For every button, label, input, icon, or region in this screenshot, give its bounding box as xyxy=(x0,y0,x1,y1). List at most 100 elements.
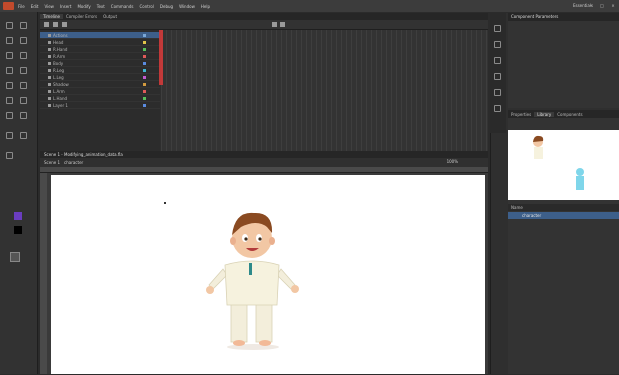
free-transform-icon[interactable] xyxy=(6,37,13,44)
menu-edit[interactable]: Edit xyxy=(31,4,39,9)
camera-tool-icon[interactable] xyxy=(6,152,13,159)
panel-icon-strip xyxy=(490,13,506,133)
layer-color-swatch[interactable] xyxy=(143,62,146,65)
minimize-icon[interactable]: – xyxy=(587,2,595,9)
layer-color-swatch[interactable] xyxy=(143,76,146,79)
zoom-tool-icon[interactable] xyxy=(20,132,27,139)
layer-name[interactable]: L.Leg xyxy=(53,75,64,80)
layer-name[interactable]: Layer 1 xyxy=(53,103,68,108)
layer-row[interactable]: L.Arm xyxy=(40,88,160,95)
app-logo[interactable] xyxy=(3,2,14,10)
menu-view[interactable]: View xyxy=(44,4,54,9)
swatches-panel-icon[interactable] xyxy=(494,41,501,48)
menu-insert[interactable]: Insert xyxy=(60,4,71,9)
layer-icon xyxy=(48,90,51,93)
menu-text[interactable]: Text xyxy=(97,4,105,9)
layer-row[interactable]: L.Hand xyxy=(40,95,160,102)
stage-canvas[interactable] xyxy=(51,175,485,374)
align-panel-icon[interactable] xyxy=(494,57,501,64)
new-layer-icon[interactable] xyxy=(44,22,49,27)
new-folder-icon[interactable] xyxy=(53,22,58,27)
subselection-tool-icon[interactable] xyxy=(20,22,27,29)
layer-color-swatch[interactable] xyxy=(143,104,146,107)
tab-components[interactable]: Components xyxy=(554,112,585,117)
history-panel-icon[interactable] xyxy=(494,105,501,112)
selection-tool-icon[interactable] xyxy=(6,22,13,29)
fill-color-swatch[interactable] xyxy=(14,226,22,234)
line-tool-icon[interactable] xyxy=(6,67,13,74)
tab-output[interactable]: Output xyxy=(100,14,120,19)
layer-name[interactable]: L.Hand xyxy=(53,96,67,101)
breadcrumb-symbol[interactable]: character xyxy=(64,160,83,165)
loop-icon[interactable] xyxy=(280,22,285,27)
stroke-color-swatch[interactable] xyxy=(14,212,22,220)
layer-color-swatch[interactable] xyxy=(143,34,146,37)
lasso-tool-icon[interactable] xyxy=(20,37,27,44)
layer-color-swatch[interactable] xyxy=(143,97,146,100)
hand-tool-icon[interactable] xyxy=(6,132,13,139)
layer-color-swatch[interactable] xyxy=(143,69,146,72)
menu-help[interactable]: Help xyxy=(201,4,210,9)
eraser-icon[interactable] xyxy=(20,112,27,119)
breadcrumb-scene[interactable]: Scene 1 xyxy=(44,160,60,165)
layer-color-swatch[interactable] xyxy=(143,41,146,44)
zoom-select[interactable]: 100% xyxy=(447,159,458,164)
layer-color-swatch[interactable] xyxy=(143,55,146,58)
layer-color-swatch[interactable] xyxy=(143,48,146,51)
document-tab[interactable]: Scene 1 - Modifying_animation_data.fla xyxy=(40,151,488,158)
layer-color-swatch[interactable] xyxy=(143,83,146,86)
menu-window[interactable]: Window xyxy=(179,4,195,9)
layer-row[interactable]: Actions xyxy=(40,32,160,39)
info-panel-icon[interactable] xyxy=(494,89,501,96)
bone-tool-icon[interactable] xyxy=(6,97,13,104)
layer-row[interactable]: L.Leg xyxy=(40,74,160,81)
layer-icon xyxy=(48,48,51,51)
layer-row[interactable]: R.Leg xyxy=(40,67,160,74)
layer-name[interactable]: Shadow xyxy=(53,82,69,87)
layer-name[interactable]: R.Hand xyxy=(53,47,67,52)
layer-name[interactable]: Actions xyxy=(53,33,68,38)
tab-library[interactable]: Library xyxy=(534,111,555,117)
transform-panel-icon[interactable] xyxy=(494,73,501,80)
layer-name[interactable]: R.Leg xyxy=(53,68,64,73)
tab-timeline[interactable]: Timeline xyxy=(40,14,64,19)
menu-control[interactable]: Control xyxy=(139,4,153,9)
layer-name[interactable]: R.Arm xyxy=(53,54,65,59)
library-item[interactable]: character xyxy=(508,212,619,219)
pen-tool-icon[interactable] xyxy=(6,52,13,59)
tab-compiler-errors[interactable]: Compiler Errors xyxy=(63,14,100,19)
layer-color-swatch[interactable] xyxy=(143,90,146,93)
layer-name[interactable]: L.Arm xyxy=(53,89,65,94)
menu-commands[interactable]: Commands xyxy=(111,4,134,9)
layer-list: Actions Head R.Hand R.Arm Body R.Leg L.Leg Shad… xyxy=(40,30,160,151)
pencil-tool-icon[interactable] xyxy=(6,82,13,89)
menu-debug[interactable]: Debug xyxy=(160,4,173,9)
layer-row[interactable]: Layer 1 xyxy=(40,102,160,109)
layer-row[interactable]: R.Hand xyxy=(40,46,160,53)
layer-name[interactable]: Body xyxy=(53,61,63,66)
brush-tool-icon[interactable] xyxy=(20,82,27,89)
close-icon[interactable]: × xyxy=(609,2,617,9)
layer-name[interactable]: Head xyxy=(53,40,63,45)
frame-grid[interactable] xyxy=(161,30,488,151)
tab-properties[interactable]: Properties xyxy=(508,112,534,117)
layer-row[interactable]: Shadow xyxy=(40,81,160,88)
text-tool-icon[interactable] xyxy=(20,52,27,59)
layer-row[interactable]: Head xyxy=(40,39,160,46)
rectangle-tool-icon[interactable] xyxy=(20,67,27,74)
maximize-icon[interactable]: □ xyxy=(598,2,606,9)
playhead[interactable] xyxy=(159,30,163,85)
layer-row[interactable]: Body xyxy=(40,60,160,67)
snap-icon[interactable] xyxy=(10,252,20,262)
eyedropper-icon[interactable] xyxy=(6,112,13,119)
character-figure[interactable] xyxy=(51,175,485,374)
play-icon[interactable] xyxy=(272,22,277,27)
color-panel-icon[interactable] xyxy=(494,25,501,32)
menu-modify[interactable]: Modify xyxy=(77,4,90,9)
layer-row[interactable]: R.Arm xyxy=(40,53,160,60)
delete-layer-icon[interactable] xyxy=(62,22,67,27)
library-preview xyxy=(508,130,619,200)
menu-file[interactable]: File xyxy=(18,4,25,9)
library-column-header[interactable]: Name xyxy=(508,204,619,211)
paint-bucket-icon[interactable] xyxy=(20,97,27,104)
